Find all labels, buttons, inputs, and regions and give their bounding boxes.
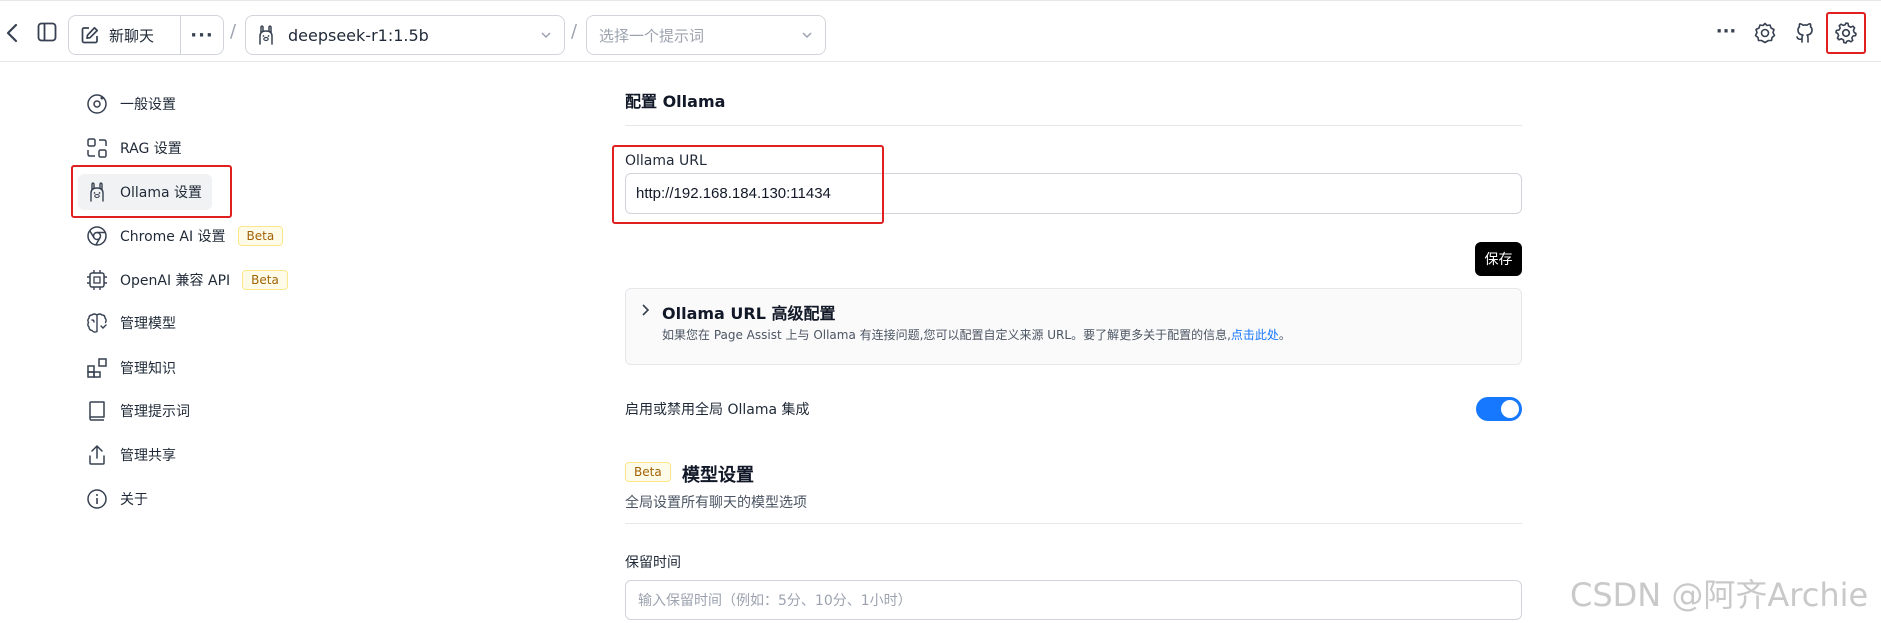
- nav-label: 关于: [120, 492, 148, 508]
- top-bar: 新聊天 ··· / deepseek-r1:1.5b / 选择一个提示词 ···: [0, 0, 1881, 62]
- keep-alive-input[interactable]: 输入保留时间（例如：5分、10分、1小时）: [625, 580, 1522, 620]
- highlight-box: [71, 165, 232, 218]
- nav-label: Chrome AI 设置: [120, 229, 226, 245]
- settings-gear-icon[interactable]: [1826, 12, 1866, 54]
- toggle-knob: [1501, 400, 1519, 418]
- breadcrumb-separator: /: [230, 21, 237, 42]
- prompt-select[interactable]: 选择一个提示词: [586, 15, 826, 55]
- edit-icon: [81, 26, 99, 44]
- chrome-icon: [87, 226, 107, 246]
- nav-label: 一般设置: [120, 97, 176, 113]
- model-settings-subtitle: 全局设置所有聊天的模型选项: [625, 495, 807, 511]
- share-icon: [89, 445, 105, 465]
- breadcrumb-separator: /: [571, 21, 578, 42]
- nav-label: 管理提示词: [120, 404, 190, 420]
- prompt-placeholder: 选择一个提示词: [599, 26, 705, 45]
- beta-badge: Beta: [237, 226, 284, 246]
- advanced-config-desc: 如果您在 Page Assist 上与 Ollama 有连接问题,您可以配置自定…: [662, 328, 1291, 342]
- nav-label: 管理知识: [120, 361, 176, 377]
- watermark: CSDN @阿齐Archie: [1570, 576, 1869, 614]
- rag-icon: [87, 138, 107, 158]
- info-icon: [87, 489, 107, 509]
- highlight-box: [612, 145, 884, 224]
- ollama-icon: [259, 25, 273, 45]
- nav-item-openai[interactable]: OpenAI 兼容 API Beta: [78, 262, 288, 298]
- book-icon: [89, 401, 105, 421]
- chevron-down-icon: [802, 32, 812, 39]
- github-icon[interactable]: [1793, 21, 1817, 45]
- page-title: 配置 Ollama: [625, 92, 726, 111]
- nav-item-manage-models[interactable]: 管理模型: [78, 305, 176, 341]
- new-chat-group: 新聊天 ···: [68, 15, 224, 55]
- nav-label: 管理共享: [120, 448, 176, 464]
- more-options-button[interactable]: ···: [1714, 19, 1738, 43]
- back-icon[interactable]: [2, 21, 22, 45]
- nav-item-manage-prompts[interactable]: 管理提示词: [78, 393, 190, 429]
- click-here-link[interactable]: 点击此处: [1231, 328, 1279, 342]
- model-name: deepseek-r1:1.5b: [288, 25, 429, 45]
- chevron-right-icon: [642, 304, 650, 316]
- keep-alive-label: 保留时间: [625, 555, 681, 571]
- ollama-settings-icon[interactable]: [1753, 21, 1777, 45]
- divider: [625, 125, 1522, 126]
- nav-item-rag[interactable]: RAG 设置: [78, 130, 182, 166]
- advanced-config-panel[interactable]: Ollama URL 高级配置 如果您在 Page Assist 上与 Olla…: [625, 288, 1522, 365]
- global-ollama-toggle-label: 启用或禁用全局 Ollama 集成: [625, 402, 810, 418]
- sidebar-toggle-icon[interactable]: [36, 21, 58, 43]
- nav-label: RAG 设置: [120, 141, 182, 157]
- nav-item-chrome-ai[interactable]: Chrome AI 设置 Beta: [78, 218, 284, 254]
- blocks-icon: [87, 358, 107, 378]
- save-button[interactable]: 保存: [1475, 242, 1522, 276]
- beta-badge: Beta: [625, 462, 671, 482]
- advanced-config-title: Ollama URL 高级配置: [662, 304, 836, 323]
- model-select[interactable]: deepseek-r1:1.5b: [245, 15, 565, 55]
- model-settings-title: 模型设置: [682, 465, 754, 486]
- nav-item-about[interactable]: 关于: [78, 481, 148, 517]
- nav-item-manage-knowledge[interactable]: 管理知识: [78, 350, 176, 386]
- divider: [625, 523, 1522, 524]
- new-chat-button[interactable]: 新聊天: [69, 16, 181, 54]
- nav-item-manage-share[interactable]: 管理共享: [78, 437, 176, 473]
- brain-icon: [87, 313, 107, 333]
- global-ollama-toggle[interactable]: [1476, 397, 1522, 421]
- nav-item-general[interactable]: 一般设置: [78, 86, 176, 122]
- chat-more-button[interactable]: ···: [181, 16, 223, 54]
- cpu-icon: [87, 270, 107, 290]
- beta-badge: Beta: [242, 270, 288, 290]
- general-settings-icon: [87, 94, 107, 114]
- nav-label: 管理模型: [120, 316, 176, 332]
- new-chat-label: 新聊天: [109, 26, 155, 45]
- nav-label: OpenAI 兼容 API: [120, 273, 231, 289]
- chevron-down-icon: [541, 32, 551, 39]
